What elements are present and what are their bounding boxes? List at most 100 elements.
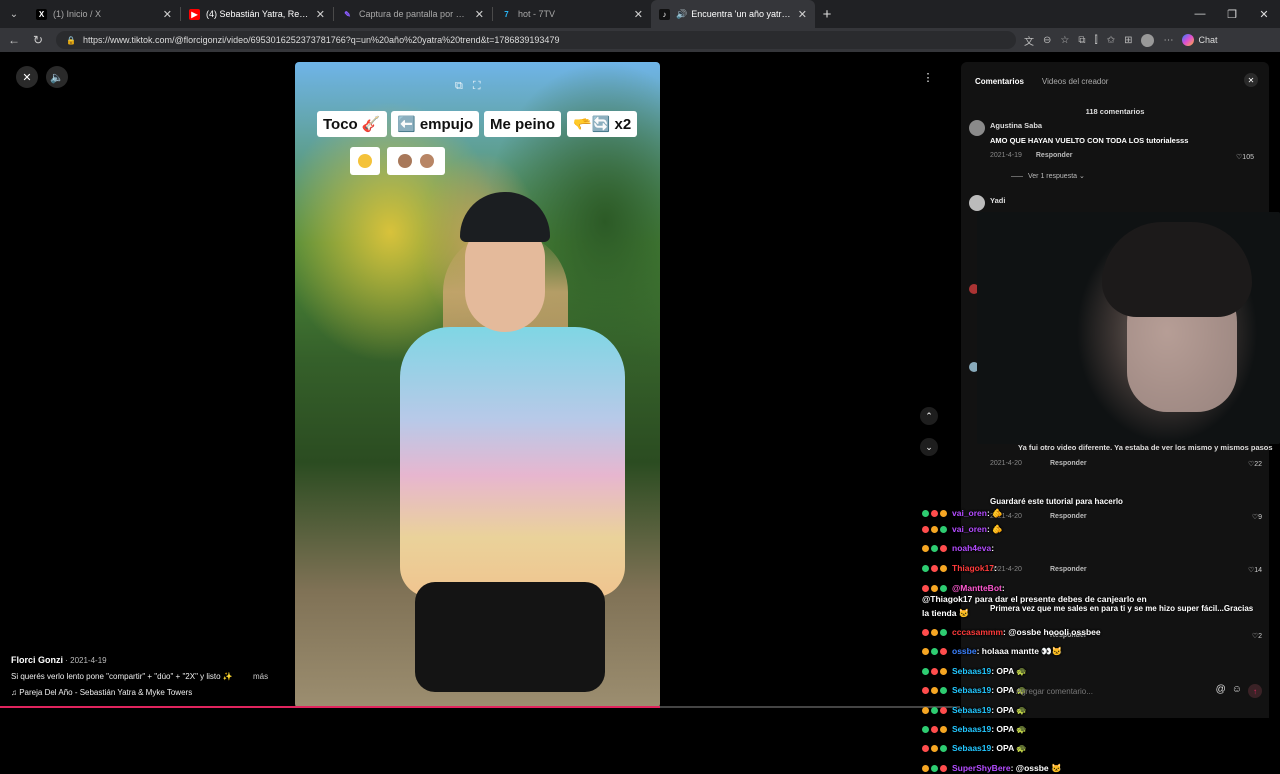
chat-badge-icon[interactable] (940, 629, 947, 637)
tab-close-icon[interactable]: ✕ (634, 8, 643, 21)
like-count[interactable]: ♡2 (1252, 632, 1262, 640)
chat-username[interactable]: Sebaas19 (952, 743, 991, 753)
profile-avatar[interactable] (1141, 33, 1155, 47)
chat-badge-icon[interactable] (922, 565, 929, 573)
close-window-icon[interactable]: ✕ (1248, 0, 1280, 28)
close-video-icon[interactable]: ✕ (16, 66, 38, 88)
music-track[interactable]: ♫ Pareja Del Año - Sebastián Yatra & Myk… (11, 688, 268, 697)
chat-username[interactable]: @MantteBot (952, 583, 1002, 593)
like-count[interactable]: ♡9 (1252, 513, 1262, 521)
chat-username[interactable]: vai_oren (952, 524, 987, 534)
chat-badge-icon[interactable] (931, 629, 938, 637)
chat-badge-icon[interactable] (940, 687, 947, 695)
tab-close-icon[interactable]: ✕ (475, 8, 484, 21)
reload-icon[interactable]: ↻ (26, 33, 50, 47)
back-arrow-icon[interactable]: ← (2, 33, 26, 47)
chat-badge-icon[interactable] (931, 668, 938, 676)
tab-7tv[interactable]: 7 hot - 7TV ✕ (493, 0, 651, 28)
reply-button[interactable]: Responder (1050, 566, 1087, 573)
collections-icon[interactable]: ⊞ (1124, 35, 1132, 46)
like-count[interactable]: ♡14 (1248, 566, 1262, 574)
chat-badge-icon[interactable] (931, 526, 938, 534)
chat-badge-icon[interactable] (931, 648, 938, 656)
tab-tiktok[interactable]: ♪ 🔊 Encuentra 'un año yatra trend' ✕ (651, 0, 815, 28)
chat-badge-icon[interactable] (940, 585, 947, 593)
chat-badge-icon[interactable] (931, 545, 938, 553)
chat-badge-icon[interactable] (931, 765, 938, 773)
chat-badge-icon[interactable] (922, 545, 929, 553)
video-progress-track[interactable] (660, 706, 960, 708)
chat-username[interactable]: Sebaas19 (952, 724, 991, 734)
tab-actions-icon[interactable]: ⌄ (0, 0, 28, 28)
chat-username[interactable]: SuperShyBere (952, 763, 1011, 773)
restore-icon[interactable]: ❐ (1216, 0, 1248, 28)
chat-badge-icon[interactable] (931, 510, 938, 518)
audio-playing-icon[interactable]: 🔊 (676, 9, 687, 20)
chat-username[interactable]: ossbe (952, 646, 977, 656)
chat-badge-icon[interactable] (940, 707, 947, 715)
chat-badge-icon[interactable] (922, 726, 929, 734)
chat-badge-icon[interactable] (922, 707, 929, 715)
tab-close-icon[interactable]: ✕ (316, 8, 325, 21)
chat-username[interactable]: cccasammm (952, 627, 1003, 637)
tab-close-icon[interactable]: ✕ (163, 8, 172, 21)
chat-badge-icon[interactable] (931, 687, 938, 695)
chat-username[interactable]: Thiagok17 (952, 563, 994, 573)
chat-badge-icon[interactable] (922, 765, 929, 773)
video-progress-bar[interactable] (0, 706, 660, 708)
chat-badge-icon[interactable] (940, 726, 947, 734)
chat-badge-icon[interactable] (940, 510, 947, 518)
chat-username[interactable]: Sebaas19 (952, 685, 991, 695)
chat-badge-icon[interactable] (922, 648, 929, 656)
chat-badge-icon[interactable] (940, 648, 947, 656)
favorite-star-icon[interactable]: ☆ (1060, 35, 1069, 46)
picture-in-picture-icon[interactable]: ⧉ (455, 80, 463, 93)
chat-badge-icon[interactable] (940, 745, 947, 753)
chat-badge-icon[interactable] (922, 585, 929, 593)
previous-video-icon[interactable]: ⌃ (920, 407, 938, 425)
copilot-chat-button[interactable]: Chat (1182, 34, 1218, 46)
chat-badge-icon[interactable] (922, 510, 929, 518)
mention-icon[interactable]: @ (1216, 684, 1226, 698)
lock-icon[interactable]: 🔒 (66, 36, 76, 45)
author-name[interactable]: Florci Gonzi (11, 655, 63, 665)
more-menu-icon[interactable]: ⋯ (1163, 35, 1173, 46)
reply-button[interactable]: Responder (1050, 460, 1087, 467)
chat-badge-icon[interactable] (940, 668, 947, 676)
chat-badge-icon[interactable] (931, 726, 938, 734)
new-tab-button[interactable]: + (815, 6, 839, 23)
chat-badge-icon[interactable] (922, 668, 929, 676)
like-count[interactable]: ♡22 (1248, 460, 1262, 468)
chat-badge-icon[interactable] (922, 629, 929, 637)
volume-icon[interactable]: 🔈 (46, 66, 68, 88)
reply-button[interactable]: Responder (1050, 513, 1087, 520)
tab-close-icon[interactable]: ✕ (798, 8, 807, 21)
tab-x[interactable]: X (1) Inicio / X ✕ (28, 0, 180, 28)
tab-youtube[interactable]: ▶ (4) Sebastián Yatra, Reik - Un Año ✕ (181, 0, 333, 28)
chat-username[interactable]: noah4eva (952, 543, 991, 553)
chat-username[interactable]: Sebaas19 (952, 705, 991, 715)
video-player[interactable]: ⧉ ⛶ Toco 🎸 ⬅️ empujo Me peino 🫳🔄 x2 (295, 62, 660, 708)
next-video-icon[interactable]: ⌄ (920, 438, 938, 456)
chat-badge-icon[interactable] (922, 526, 929, 534)
chat-username[interactable]: Sebaas19 (952, 666, 991, 676)
chat-badge-icon[interactable] (922, 687, 929, 695)
chat-badge-icon[interactable] (931, 585, 938, 593)
chat-badge-icon[interactable] (940, 565, 947, 573)
url-field[interactable]: 🔒 https://www.tiktok.com/@florcigonzi/vi… (56, 31, 1016, 49)
more-link[interactable]: más (253, 672, 268, 681)
tab-lightshot[interactable]: ✎ Captura de pantalla por Lightshot ✕ (334, 0, 492, 28)
extensions-icon[interactable]: ⧉ (1078, 35, 1085, 46)
split-screen-icon[interactable]: ⫿ (1095, 35, 1098, 46)
chat-badge-icon[interactable] (931, 707, 938, 715)
favorites-icon[interactable]: ✩ (1107, 35, 1115, 46)
emoji-icon[interactable]: ☺ (1232, 684, 1242, 698)
chat-badge-icon[interactable] (940, 545, 947, 553)
translate-icon[interactable]: 文 (1024, 33, 1034, 48)
add-comment-input[interactable]: Agregar comentario... (1016, 687, 1093, 696)
chat-badge-icon[interactable] (931, 745, 938, 753)
minimize-icon[interactable]: — (1184, 0, 1216, 28)
chat-badge-icon[interactable] (940, 765, 947, 773)
chat-badge-icon[interactable] (931, 565, 938, 573)
chat-badge-icon[interactable] (922, 745, 929, 753)
